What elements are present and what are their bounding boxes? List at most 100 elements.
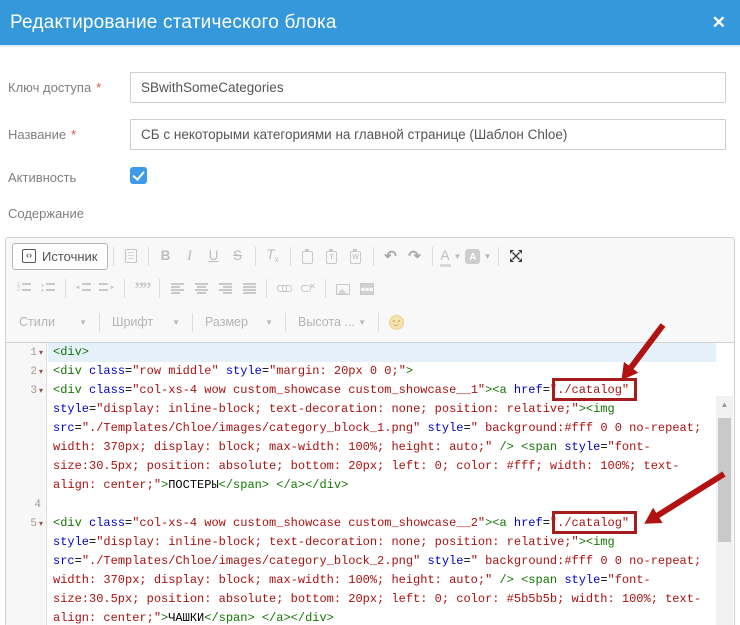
code-token: </a></div>: [276, 478, 348, 492]
link-icon: [277, 282, 291, 294]
align-right-button[interactable]: [213, 276, 237, 300]
toolbar-separator: [325, 279, 326, 298]
code-token: size:30.5px; position: absolute; bottom:…: [53, 459, 680, 473]
maximize-icon: [509, 249, 523, 263]
bold-button[interactable]: [154, 244, 178, 268]
name-input[interactable]: [130, 119, 726, 150]
align-justify-button[interactable]: [237, 276, 261, 300]
code-token: href: [514, 383, 543, 397]
fold-arrow-icon[interactable]: ▾: [39, 348, 43, 358]
indent-button[interactable]: [95, 276, 119, 300]
align-left-button[interactable]: [165, 276, 189, 300]
outdent-icon: [75, 283, 92, 293]
toolbar-separator: [378, 313, 379, 332]
close-icon[interactable]: ✕: [712, 14, 726, 31]
code-line: align: center;">ПОСТЕРЫ</span> </a></div…: [48, 476, 716, 495]
source-button-label: Источник: [42, 249, 98, 264]
code-token: [255, 611, 262, 625]
code-token: [507, 516, 514, 530]
line-height-dropdown-label: Высота ...: [298, 315, 355, 329]
access-key-input[interactable]: [130, 72, 726, 103]
fold-arrow-icon[interactable]: ▾: [39, 386, 43, 396]
code-token: [514, 440, 521, 454]
code-token: <div: [53, 364, 82, 378]
numbered-list-button[interactable]: [12, 276, 36, 300]
code-token: class: [89, 383, 125, 397]
code-token: "col-xs-4 wow custom_showcase custom_sho…: [132, 516, 485, 530]
code-token: <div: [53, 383, 82, 397]
code-token: =: [262, 364, 269, 378]
code-token: [82, 383, 89, 397]
templates-button[interactable]: [119, 244, 143, 268]
underline-button[interactable]: [202, 244, 226, 268]
code-token: src: [53, 421, 75, 435]
code-line: <div class="col-xs-4 wow custom_showcase…: [48, 514, 716, 533]
align-center-button[interactable]: [189, 276, 213, 300]
code-token: style: [53, 535, 89, 549]
code-token: " background:#fff 0 0 no-repeat;: [471, 554, 701, 568]
code-token: width: 370px; display: block; max-width:…: [53, 440, 492, 454]
size-dropdown[interactable]: Размер▼: [198, 310, 280, 335]
smiley-button[interactable]: [384, 310, 408, 334]
code-token: =: [464, 554, 471, 568]
paste-word-icon: [350, 251, 361, 264]
toolbar-separator: [373, 247, 374, 266]
unlink-button[interactable]: [296, 276, 320, 300]
paste-word-button[interactable]: [344, 244, 368, 268]
code-token: style: [564, 440, 600, 454]
maximize-button[interactable]: [504, 244, 528, 268]
fold-arrow-icon[interactable]: ▾: [39, 367, 43, 377]
strike-button[interactable]: [226, 244, 250, 268]
code-token: src: [53, 554, 75, 568]
paste-text-button[interactable]: [320, 244, 344, 268]
chevron-down-icon: ▼: [172, 318, 180, 327]
source-button[interactable]: ‹› Источник: [12, 243, 108, 270]
active-checkbox[interactable]: [130, 167, 147, 184]
code-token: "./Templates/Chloe/images/category_block…: [82, 554, 420, 568]
code-content[interactable]: <div><div class="row middle" style="marg…: [48, 343, 716, 625]
source-code-area[interactable]: 1▾2▾3▾4 5▾6 <div><div class="row middle"…: [6, 343, 734, 625]
bulleted-list-icon: [41, 283, 55, 294]
line-number: 3▾: [6, 381, 47, 400]
code-token: href: [514, 516, 543, 530]
bg-color-button[interactable]: ▼: [463, 244, 493, 268]
remove-format-button[interactable]: [261, 244, 285, 268]
code-line: <div class="col-xs-4 wow custom_showcase…: [48, 381, 716, 400]
toolbar-row-1: ‹› Источник ▼▼: [6, 238, 734, 274]
bulleted-list-button[interactable]: [36, 276, 60, 300]
code-line: style="display: inline-block; text-decor…: [48, 400, 716, 419]
name-label: Название: [8, 127, 66, 142]
code-token: "display: inline-block; text-decoration:…: [96, 402, 578, 416]
fold-arrow-icon[interactable]: ▾: [39, 519, 43, 529]
paste-button[interactable]: [296, 244, 320, 268]
italic-button[interactable]: [178, 244, 202, 268]
code-token: [82, 364, 89, 378]
code-token: align: center;": [53, 611, 161, 625]
toolbar-separator: [65, 279, 66, 298]
outdent-button[interactable]: [71, 276, 95, 300]
link-button[interactable]: [272, 276, 296, 300]
line-number: 5▾: [6, 514, 47, 533]
content-row: Содержание: [8, 206, 84, 221]
image-button[interactable]: [331, 276, 355, 300]
scroll-up-icon[interactable]: ▲: [716, 396, 733, 413]
undo-button[interactable]: [379, 244, 403, 268]
redo-button[interactable]: [403, 244, 427, 268]
line-number: 1▾: [6, 343, 47, 362]
text-color-button[interactable]: ▼: [438, 244, 464, 268]
indent-icon: [99, 283, 116, 293]
active-row: Активность: [8, 170, 76, 185]
styles-dropdown[interactable]: Стили▼: [12, 310, 94, 335]
font-dropdown[interactable]: Шрифт▼: [105, 310, 187, 335]
code-token: </a></div>: [262, 611, 334, 625]
blockquote-button[interactable]: [130, 276, 154, 300]
text-color-icon: [440, 249, 451, 263]
code-token: style: [427, 421, 463, 435]
editor-scrollbar[interactable]: ▲: [716, 396, 733, 625]
code-token: >: [406, 364, 413, 378]
code-token: style: [226, 364, 262, 378]
chevron-down-icon: ▼: [79, 318, 87, 327]
toolbar-separator: [290, 247, 291, 266]
table-button[interactable]: [355, 276, 379, 300]
line-height-dropdown[interactable]: Высота ...▼: [291, 310, 373, 335]
